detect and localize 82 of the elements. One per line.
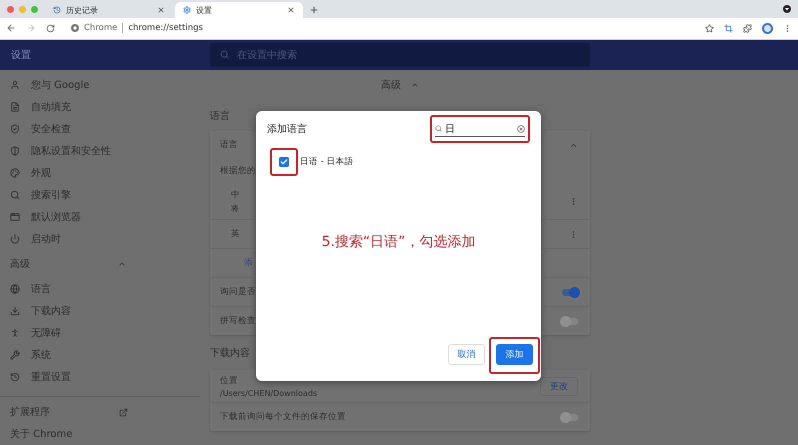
sidebar-link[interactable]: 关于 Chrome	[10, 427, 72, 441]
browser-logo-icon	[71, 24, 79, 32]
search-input[interactable]: 日	[445, 122, 514, 136]
browser-tab[interactable]: 设置	[175, 2, 303, 18]
sidebar-item[interactable]: 默认浏览器	[0, 206, 200, 228]
search-icon	[435, 125, 442, 132]
shield-check-icon	[10, 124, 20, 134]
close-icon	[157, 6, 165, 14]
sidebar-item[interactable]: 启动时	[0, 228, 200, 250]
search-icon	[220, 50, 229, 60]
person-icon	[10, 328, 20, 338]
browser-tab[interactable]: 历史记录	[45, 2, 173, 18]
dialog-title: 添加语言	[267, 122, 307, 136]
zoom-light-icon	[31, 6, 38, 12]
option-label: 日语 - 日本語	[300, 156, 354, 168]
setting-label: 拼写检查	[220, 315, 256, 327]
cancel-button[interactable]: 取消	[448, 344, 485, 365]
annotation-text: 5.搜索“日语”，勾选添加	[322, 233, 476, 251]
new-tab-icon	[309, 5, 319, 15]
wrench-icon	[10, 350, 20, 360]
dropdown-icon[interactable]	[783, 5, 791, 13]
shield-icon	[10, 146, 20, 156]
sidebar-section-toggle[interactable]: 高级	[0, 250, 200, 278]
forward-icon	[26, 23, 36, 34]
person-icon	[10, 80, 20, 90]
section-heading: 下载内容	[210, 346, 250, 360]
setting-label: 位置	[220, 374, 239, 386]
close-icon	[287, 6, 295, 14]
language-name: 中	[231, 188, 240, 200]
site-label: Chrome	[84, 23, 124, 34]
download-icon	[10, 306, 20, 316]
sidebar-item[interactable]: 系统	[0, 344, 200, 366]
add-language-link[interactable]: 添	[244, 257, 253, 269]
star-icon	[705, 24, 714, 33]
address-url[interactable]: chrome://settings	[128, 23, 203, 34]
description-text: 根据您的	[220, 165, 256, 177]
sidebar-item[interactable]: 语言	[0, 278, 200, 300]
change-button[interactable]: 更改	[540, 376, 578, 396]
power-icon	[10, 234, 20, 244]
page-title: 设置	[10, 48, 32, 62]
section-heading: 语言	[210, 110, 230, 122]
external-link-icon	[119, 408, 128, 416]
crop-icon	[724, 24, 733, 33]
sidebar-item[interactable]: 外观	[0, 162, 200, 184]
setting-label: 询问是否	[220, 286, 256, 298]
history-icon	[53, 6, 61, 14]
search-field[interactable]: 日	[435, 121, 525, 137]
form-icon	[10, 102, 20, 112]
sidebar-item[interactable]: 您与 Google	[0, 74, 200, 96]
section-toggle[interactable]: 高级	[381, 78, 401, 92]
back-icon	[6, 23, 16, 34]
language-name: 英	[231, 228, 240, 240]
history-icon	[10, 372, 20, 382]
sidebar-item[interactable]: 无障碍	[0, 322, 200, 344]
globe-icon	[10, 284, 20, 294]
checkbox[interactable]	[279, 157, 289, 167]
close-light-icon	[7, 6, 14, 12]
setting-label: 下载前询问每个文件的保存位置	[220, 411, 346, 423]
language-detail: 将	[231, 202, 240, 214]
search-field[interactable]: 在设置中搜索	[210, 42, 590, 67]
sidebar-item[interactable]: 隐私设置和安全性	[0, 140, 200, 162]
reload-icon	[46, 24, 55, 33]
gear-icon	[183, 6, 191, 14]
window-icon	[10, 212, 20, 222]
search-icon	[10, 190, 20, 200]
toggle-switch[interactable]	[562, 288, 578, 296]
palette-icon	[10, 168, 20, 178]
profile-icon[interactable]	[762, 22, 773, 34]
toggle-switch[interactable]	[562, 318, 578, 324]
toggle-switch[interactable]	[562, 414, 578, 420]
sidebar-link[interactable]: 扩展程序	[10, 405, 50, 419]
puzzle-icon	[743, 24, 752, 33]
sidebar-item[interactable]: 重置设置	[0, 366, 200, 388]
card-title: 语言	[220, 139, 238, 151]
download-path: /Users/CHEN/Downloads	[220, 388, 318, 398]
sidebar-item[interactable]: 下载内容	[0, 300, 200, 322]
minimize-light-icon	[19, 6, 26, 12]
sidebar-item[interactable]: 搜索引擎	[0, 184, 200, 206]
sidebar-item[interactable]: 自动填充	[0, 96, 200, 118]
clear-icon	[517, 124, 525, 132]
sidebar-item[interactable]: 安全检查	[0, 118, 200, 140]
add-button[interactable]: 添加	[496, 344, 533, 365]
